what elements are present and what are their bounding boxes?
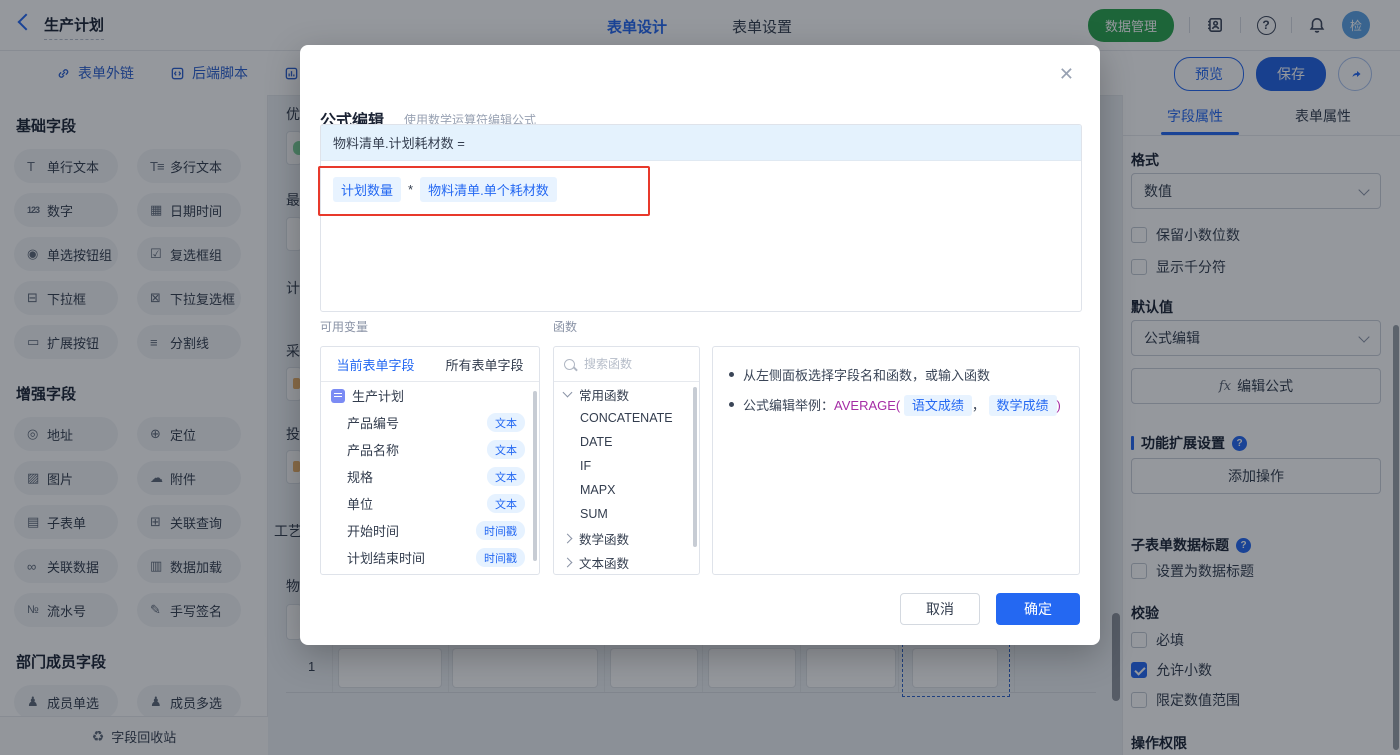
app-window: 生产计划 表单设计 表单设置 数据管理 ? 检 表单外链 后端脚本 预览 保存 … [0,0,1400,755]
variables-tabs: 当前表单字段 所有表单字段 [321,347,539,382]
type-badge: 文本 [487,440,525,459]
function-group-text[interactable]: 文本函数 [554,550,699,574]
type-badge: 文本 [487,413,525,432]
tree-field[interactable]: 产品编号 文本 [321,409,539,436]
function-item[interactable]: SUM [554,502,699,526]
cancel-button[interactable]: 取消 [900,593,980,625]
tree-field[interactable]: 规格 文本 [321,463,539,490]
functions-scrollbar-thumb[interactable] [693,387,697,547]
functions-panel: 常用函数 CONCATENATE DATE IF MAPX SUM 数学函数 文… [553,346,700,575]
type-badge: 时间戳 [476,548,525,567]
function-item[interactable]: DATE [554,430,699,454]
chevron-right-icon [562,533,573,543]
function-item[interactable]: CONCATENATE [554,406,699,430]
example-field-chip: 数学成绩 [988,395,1057,416]
confirm-button[interactable]: 确定 [996,593,1080,625]
type-badge: 文本 [487,467,525,486]
chevron-open-icon [562,387,573,398]
formula-input-area[interactable]: 计划数量 * 物料清单.单个耗材数 [321,161,1081,218]
formula-field-chip[interactable]: 物料清单.单个耗材数 [420,177,557,202]
example-field-chip: 语文成绩 [903,395,972,416]
hint-line-2: 公式编辑举例：AVERAGE( 语文成绩， 数学成绩) [729,391,1063,421]
tree-field[interactable]: 开始时间 时间戳 [321,517,539,544]
search-icon [564,358,575,370]
formula-field-chip[interactable]: 计划数量 [333,177,402,202]
tab-all-form-fields[interactable]: 所有表单字段 [430,355,539,374]
hint-line-1: 从左侧面板选择字段名和函数，或输入函数 [729,361,1063,391]
chevron-right-icon [562,557,573,567]
formula-editor-modal: 公式编辑 使用数学运算符编辑公式 ✕ 物料清单.计划耗材数 = 计划数量 * 物… [300,45,1100,645]
tree-root-form[interactable]: 生产计划 [321,382,539,409]
formula-operator: * [408,182,414,197]
formula-target: 物料清单.计划耗材数 = [321,125,1081,161]
modal-footer: 取消 确定 [900,593,1080,625]
form-doc-icon [331,388,345,403]
close-icon[interactable]: ✕ [1059,65,1074,83]
tree-field[interactable]: 计划结束时间 时间戳 [321,544,539,571]
hint-panel: 从左侧面板选择字段名和函数，或输入函数 公式编辑举例：AVERAGE( 语文成绩… [712,346,1080,575]
example-function-name: AVERAGE( [834,398,901,413]
type-badge: 文本 [487,494,525,513]
variables-label: 可用变量 [320,320,369,334]
variables-tree: 生产计划 产品编号 文本 产品名称 文本 规格 文本 单位 文本 开始时间 时间戳 计划结… [321,382,539,574]
variables-scrollbar-thumb[interactable] [533,391,537,561]
function-group-common[interactable]: 常用函数 [554,382,699,406]
search-input[interactable] [582,356,686,372]
function-group-math[interactable]: 数学函数 [554,526,699,550]
functions-label: 函数 [553,320,578,334]
tab-current-form-fields[interactable]: 当前表单字段 [321,355,430,374]
tree-field[interactable]: 单位 文本 [321,490,539,517]
function-search [554,347,699,382]
function-item[interactable]: MAPX [554,478,699,502]
type-badge: 时间戳 [476,521,525,540]
variables-panel: 当前表单字段 所有表单字段 生产计划 产品编号 文本 产品名称 文本 规格 文本 单位… [320,346,540,575]
function-item[interactable]: IF [554,454,699,478]
formula-editor-box: 物料清单.计划耗材数 = 计划数量 * 物料清单.单个耗材数 [320,124,1082,312]
tree-field[interactable]: 产品名称 文本 [321,436,539,463]
tree-field[interactable]: 计划数量数值 [321,571,539,574]
